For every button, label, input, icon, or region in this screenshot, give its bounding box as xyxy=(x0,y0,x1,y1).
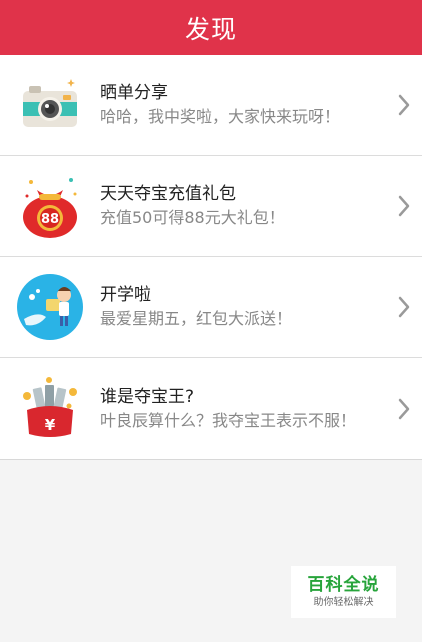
chevron-right-icon xyxy=(386,296,422,318)
item-title: 晒单分享 xyxy=(100,83,168,103)
chevron-right-icon xyxy=(386,94,422,116)
item-title: 谁是夺宝王? xyxy=(100,386,195,407)
item-subtitle: 哈哈，我中奖啦，大家快来玩呀！ xyxy=(100,107,341,126)
svg-text:¥: ¥ xyxy=(45,416,56,434)
chevron-right-icon xyxy=(386,398,422,420)
list-item-share[interactable]: 晒单分享 哈哈，我中奖啦，大家快来玩呀！ xyxy=(0,55,422,156)
lucky-bag-88-icon: 88 xyxy=(0,156,100,257)
discover-list: 晒单分享 哈哈，我中奖啦，大家快来玩呀！ 88 天天夺宝充值礼包 充值50可得8… xyxy=(0,55,422,460)
item-subtitle: 叶良辰算什么？我夺宝王表示不服！ xyxy=(100,410,357,430)
list-item-recharge-gift[interactable]: 88 天天夺宝充值礼包 充值50可得88元大礼包！ xyxy=(0,156,422,257)
app-header: 发现 xyxy=(0,0,422,55)
svg-text:88: 88 xyxy=(41,212,59,227)
list-item-treasure-king[interactable]: ¥ 谁是夺宝王? 叶良辰算什么？我夺宝王表示不服！ xyxy=(0,358,422,459)
item-subtitle: 最爱星期五，红包大派送！ xyxy=(100,309,293,328)
watermark-logo: 百科全说 助你轻松解决 xyxy=(291,566,396,618)
chevron-right-icon xyxy=(386,195,422,217)
school-kid-icon xyxy=(0,257,100,358)
item-title: 天天夺宝充值礼包 xyxy=(100,184,236,204)
item-title: 开学啦 xyxy=(100,285,151,305)
money-bag-yen-icon: ¥ xyxy=(0,358,100,459)
camera-icon xyxy=(0,55,100,156)
watermark-subtitle: 助你轻松解决 xyxy=(313,597,374,608)
item-subtitle: 充值50可得88元大礼包！ xyxy=(100,208,285,227)
list-item-school-start[interactable]: 开学啦 最爱星期五，红包大派送！ xyxy=(0,257,422,358)
watermark-title: 百科全说 xyxy=(307,575,380,595)
page-title: 发现 xyxy=(184,14,237,44)
